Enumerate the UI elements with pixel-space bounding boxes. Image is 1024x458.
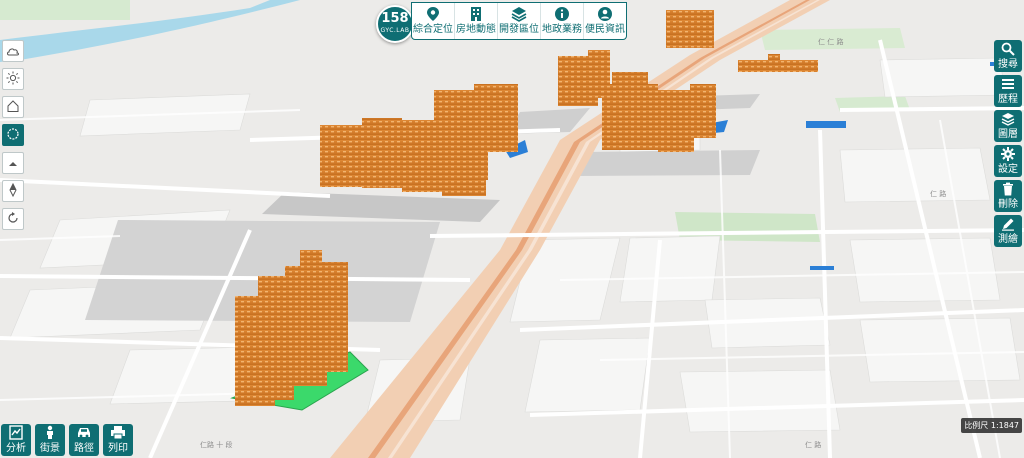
analysis-label: 分析 bbox=[6, 443, 26, 454]
layers-icon bbox=[994, 110, 1022, 128]
map-canvas[interactable]: 仁 仁 路 仁 路 仁 路 仁路 十 段 bbox=[0, 0, 1024, 458]
logo-number: 158 bbox=[381, 11, 409, 26]
layers-stack-icon bbox=[498, 6, 540, 23]
analysis-icon bbox=[1, 424, 31, 442]
site-logo[interactable]: 158 GYC.LAB bbox=[376, 5, 414, 43]
nav-land-admin-label: 地政業務 bbox=[542, 24, 582, 35]
location-pin-icon bbox=[412, 6, 454, 23]
home-icon bbox=[6, 98, 20, 117]
svg-text:仁 路: 仁 路 bbox=[930, 189, 946, 198]
layers-label: 圖層 bbox=[998, 129, 1018, 140]
delete-button[interactable]: 刪除 bbox=[994, 180, 1022, 212]
home-button[interactable] bbox=[2, 96, 24, 118]
building-icon bbox=[455, 6, 497, 23]
svg-text:仁 仁 路: 仁 仁 路 bbox=[818, 37, 843, 46]
svg-text:仁 路: 仁 路 bbox=[805, 440, 821, 449]
sunlight-button[interactable] bbox=[2, 68, 24, 90]
nav-land-admin[interactable]: 地政業務 bbox=[540, 3, 583, 39]
person-streetview-icon bbox=[35, 424, 65, 442]
nav-development-label: 開發區位 bbox=[499, 24, 539, 35]
info-icon bbox=[541, 6, 583, 23]
right-toolbar: 搜尋 歷程 圖層 設定 刪除 測繪 bbox=[994, 40, 1022, 250]
sun-icon bbox=[6, 70, 20, 89]
rotate-icon bbox=[6, 210, 20, 229]
map-scale: 比例尺 1:1847 bbox=[961, 418, 1022, 433]
analysis-button[interactable]: 分析 bbox=[1, 424, 31, 456]
weather-button[interactable] bbox=[2, 40, 24, 62]
weather-cloud-icon bbox=[6, 42, 20, 61]
compass-button[interactable] bbox=[2, 124, 24, 146]
tilt-up-icon bbox=[6, 154, 20, 173]
svg-text:仁路 十 段: 仁路 十 段 bbox=[200, 440, 232, 449]
rotate-button[interactable] bbox=[2, 208, 24, 230]
nav-location[interactable]: 綜合定位 bbox=[412, 3, 454, 39]
route-button[interactable]: 路徑 bbox=[69, 424, 99, 456]
route-label: 路徑 bbox=[74, 443, 94, 454]
left-toolbar bbox=[2, 40, 24, 236]
settings-button[interactable]: 設定 bbox=[994, 145, 1022, 177]
streetview-label: 街景 bbox=[40, 443, 60, 454]
person-icon bbox=[584, 6, 626, 23]
delete-label: 刪除 bbox=[998, 199, 1018, 210]
tilt-button[interactable] bbox=[2, 152, 24, 174]
print-label: 列印 bbox=[108, 443, 128, 454]
nav-property[interactable]: 房地動態 bbox=[454, 3, 497, 39]
measure-button[interactable]: 測繪 bbox=[994, 215, 1022, 247]
nav-public-info[interactable]: 便民資訊 bbox=[583, 3, 626, 39]
gear-icon bbox=[994, 145, 1022, 163]
layers-button[interactable]: 圖層 bbox=[994, 110, 1022, 142]
north-button[interactable] bbox=[2, 180, 24, 202]
search-button[interactable]: 搜尋 bbox=[994, 40, 1022, 72]
measure-label: 測繪 bbox=[998, 234, 1018, 245]
nav-public-info-label: 便民資訊 bbox=[585, 24, 625, 35]
trash-icon bbox=[994, 180, 1022, 198]
print-button[interactable]: 列印 bbox=[103, 424, 133, 456]
pencil-icon bbox=[994, 215, 1022, 233]
compass-icon bbox=[6, 126, 20, 145]
history-label: 歷程 bbox=[998, 94, 1018, 105]
car-icon bbox=[69, 424, 99, 442]
history-button[interactable]: 歷程 bbox=[994, 75, 1022, 107]
logo-subtitle: GYC.LAB bbox=[380, 27, 410, 34]
printer-icon bbox=[103, 424, 133, 442]
nav-development[interactable]: 開發區位 bbox=[497, 3, 540, 39]
magnifier-icon bbox=[994, 40, 1022, 58]
top-navigation: 綜合定位 房地動態 開發區位 地政業務 便民資訊 bbox=[411, 2, 627, 40]
bottom-toolbar: 分析 街景 路徑 列印 bbox=[1, 424, 137, 456]
nav-property-label: 房地動態 bbox=[456, 24, 496, 35]
nav-location-label: 綜合定位 bbox=[413, 24, 453, 35]
search-label: 搜尋 bbox=[998, 59, 1018, 70]
list-icon bbox=[994, 75, 1022, 93]
streetview-button[interactable]: 街景 bbox=[35, 424, 65, 456]
north-arrow-icon bbox=[8, 182, 18, 201]
settings-label: 設定 bbox=[998, 164, 1018, 175]
